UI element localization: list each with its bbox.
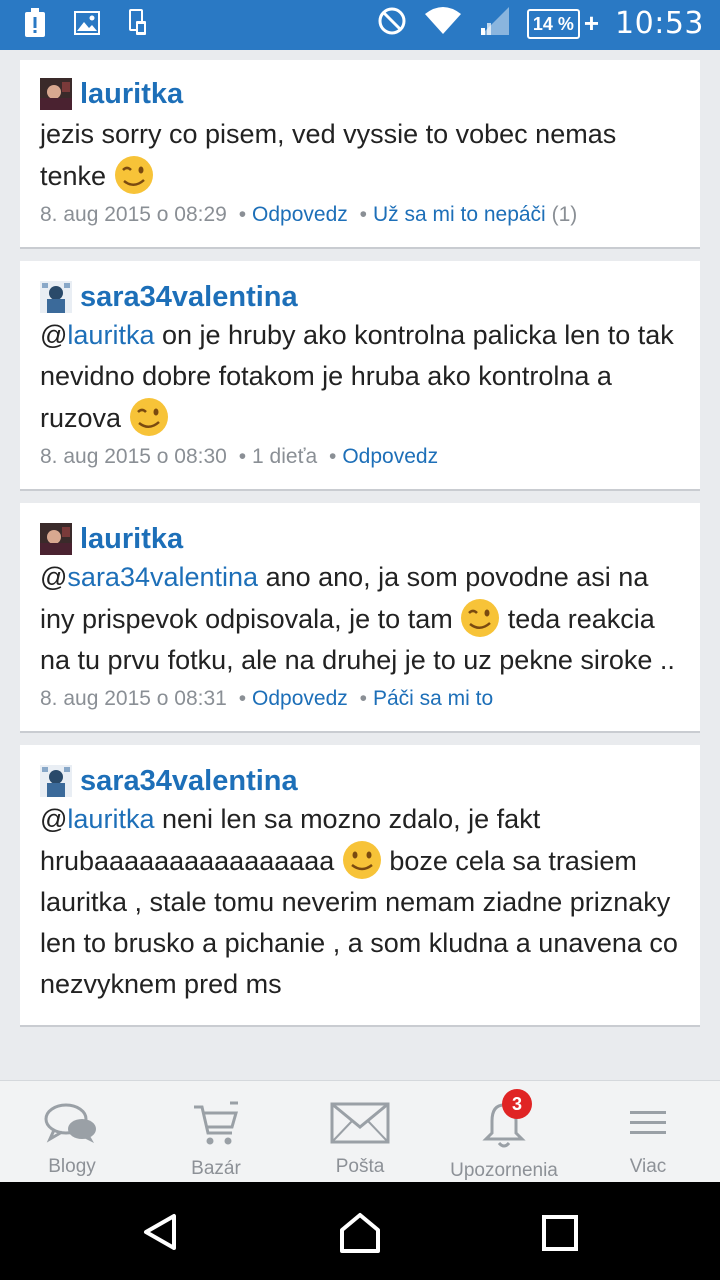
nav-label: Blogy — [48, 1156, 96, 1177]
nav-item-upozornenia[interactable]: 3 Upozornenia — [432, 1081, 576, 1183]
comment-meta: 8. aug 2015 o 08:29 • Odpovedz • Už sa mi … — [40, 203, 578, 226]
nav-label: Upozornenia — [450, 1160, 558, 1181]
battery-level: 14 % — [526, 8, 580, 39]
back-icon[interactable] — [140, 1212, 180, 1257]
comment-meta: 8. aug 2015 o 08:31 • Odpovedz • Páči sa m… — [40, 687, 494, 710]
avatar[interactable] — [40, 281, 72, 313]
mention-link[interactable]: lauritka — [67, 320, 154, 350]
comment-card: sara34valentina @lauritka on je hruby ak… — [20, 261, 700, 489]
bottom-navigation: Blogy Bazár Pošta 3 Upozornenia Viac — [0, 1080, 720, 1183]
comment-text: @lauritka neni len sa mozno zdalo, je fa… — [40, 804, 678, 999]
do-not-disturb-icon — [377, 6, 407, 41]
comment-author[interactable]: lauritka — [80, 78, 183, 111]
device-transfer-icon — [128, 9, 148, 42]
comment-meta: 8. aug 2015 o 08:30 • 1 dieťa • Odpovedz — [40, 445, 439, 468]
chat-bubbles-icon — [44, 1101, 100, 1150]
comment-author[interactable]: sara34valentina — [80, 765, 298, 798]
status-bar: 14 % + 10:53 — [0, 0, 720, 50]
notification-badge: 3 — [502, 1089, 532, 1119]
nav-item-bazar[interactable]: Bazár — [144, 1081, 288, 1183]
comment-date: 8. aug 2015 o 08:29 — [40, 203, 227, 226]
comment-date: 8. aug 2015 o 08:30 — [40, 445, 227, 468]
reply-link[interactable]: Odpovedz — [342, 445, 438, 468]
nav-label: Viac — [629, 1156, 667, 1177]
cart-icon — [190, 1101, 242, 1152]
comment-feed: lauritka jezis sorry co pisem, ved vyssi… — [20, 60, 700, 1080]
nav-label: Pošta — [335, 1156, 385, 1177]
child-count: 1 dieťa — [252, 445, 318, 468]
comment-card: lauritka @sara34valentina ano ano, ja so… — [20, 503, 700, 731]
signal-icon — [479, 6, 511, 41]
mention-link[interactable]: sara34valentina — [67, 562, 258, 592]
comment-author[interactable]: sara34valentina — [80, 281, 298, 314]
reply-link[interactable]: Odpovedz — [252, 203, 348, 226]
wifi-icon — [423, 6, 463, 41]
mention-link[interactable]: lauritka — [67, 804, 154, 834]
menu-icon — [626, 1101, 670, 1150]
system-navigation-bar — [0, 1182, 720, 1280]
nav-item-posta[interactable]: Pošta — [288, 1081, 432, 1183]
nav-label: Bazár — [191, 1158, 241, 1179]
comment-text: jezis sorry co pisem, ved vyssie to vobe… — [40, 114, 680, 197]
like-link[interactable]: Už sa mi to nepáči — [373, 203, 546, 226]
comment-card: lauritka jezis sorry co pisem, ved vyssi… — [20, 60, 700, 247]
avatar[interactable] — [40, 78, 72, 110]
avatar[interactable] — [40, 523, 72, 555]
wink-emoji-icon — [114, 155, 154, 195]
recents-icon[interactable] — [542, 1215, 578, 1256]
smile-emoji-icon — [342, 840, 382, 880]
comment-date: 8. aug 2015 o 08:31 — [40, 687, 227, 710]
envelope-icon — [330, 1101, 390, 1150]
comment-text: @sara34valentina ano ano, ja som povodne… — [40, 562, 675, 675]
charging-plus-icon: + — [583, 8, 600, 38]
wink-emoji-icon — [460, 598, 500, 638]
image-notification-icon — [74, 11, 100, 40]
home-icon[interactable] — [338, 1212, 382, 1259]
status-notifications — [24, 8, 148, 43]
like-count: (1) — [551, 203, 578, 226]
avatar[interactable] — [40, 765, 72, 797]
reply-link[interactable]: Odpovedz — [252, 687, 348, 710]
wink-emoji-icon — [129, 397, 169, 437]
comment-text: @lauritka on je hruby ako kontrolna pali… — [40, 315, 680, 439]
nav-item-viac[interactable]: Viac — [576, 1081, 720, 1183]
nav-item-blogy[interactable]: Blogy — [0, 1081, 144, 1183]
alert-notification-icon — [24, 8, 46, 43]
comment-author[interactable]: lauritka — [80, 523, 183, 556]
battery-indicator: 14 % + — [526, 8, 600, 39]
clock: 10:53 — [615, 6, 704, 41]
like-link[interactable]: Páči sa mi to — [373, 687, 493, 710]
comment-card: sara34valentina @lauritka neni len sa mo… — [20, 745, 700, 1025]
